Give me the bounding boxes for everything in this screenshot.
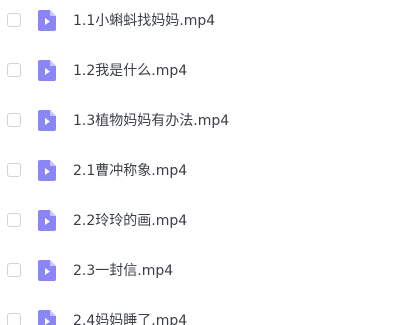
file-checkbox[interactable] — [7, 163, 21, 177]
video-file-icon — [38, 210, 56, 231]
video-file-icon — [38, 110, 56, 131]
file-row[interactable]: 2.3一封信.mp4 — [0, 253, 408, 289]
video-file-icon — [38, 10, 56, 31]
file-checkbox[interactable] — [7, 13, 21, 27]
file-checkbox[interactable] — [7, 213, 21, 227]
file-row[interactable]: 1.2我是什么.mp4 — [0, 53, 408, 89]
video-file-icon — [38, 160, 56, 181]
file-name[interactable]: 1.2我是什么.mp4 — [73, 61, 187, 81]
file-row[interactable]: 2.4妈妈睡了.mp4 — [0, 303, 408, 325]
file-name[interactable]: 2.4妈妈睡了.mp4 — [73, 311, 187, 325]
file-name[interactable]: 1.1小蝌蚪找妈妈.mp4 — [73, 11, 215, 31]
file-checkbox[interactable] — [7, 263, 21, 277]
file-row[interactable]: 1.3植物妈妈有办法.mp4 — [0, 103, 408, 139]
file-checkbox[interactable] — [7, 113, 21, 127]
file-name[interactable]: 2.1曹冲称象.mp4 — [73, 161, 187, 181]
file-name[interactable]: 2.2玲玲的画.mp4 — [73, 211, 187, 231]
file-row[interactable]: 2.2玲玲的画.mp4 — [0, 203, 408, 239]
file-name[interactable]: 1.3植物妈妈有办法.mp4 — [73, 111, 229, 131]
file-checkbox[interactable] — [7, 313, 21, 325]
file-checkbox[interactable] — [7, 63, 21, 77]
file-row[interactable]: 2.1曹冲称象.mp4 — [0, 153, 408, 189]
file-name[interactable]: 2.3一封信.mp4 — [73, 261, 173, 281]
file-list: 1.1小蝌蚪找妈妈.mp4 1.2我是什么.mp4 1.3植物妈妈有办法.mp4… — [0, 0, 408, 325]
video-file-icon — [38, 60, 56, 81]
video-file-icon — [38, 310, 56, 325]
video-file-icon — [38, 260, 56, 281]
file-row[interactable]: 1.1小蝌蚪找妈妈.mp4 — [0, 3, 408, 39]
